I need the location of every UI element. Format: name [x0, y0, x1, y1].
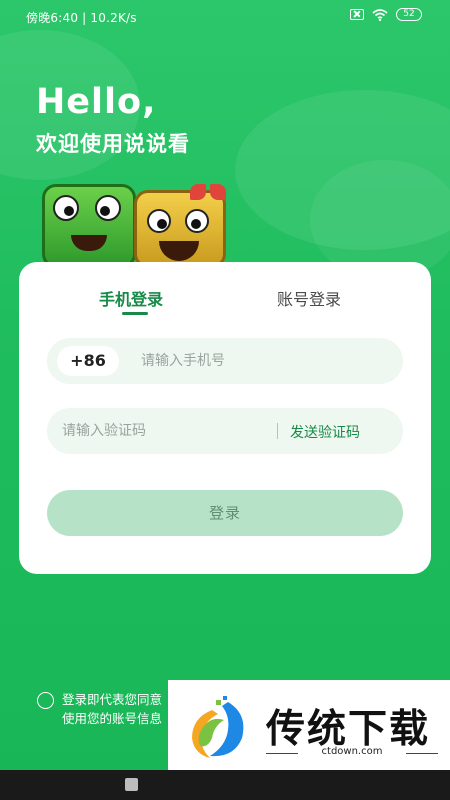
tab-phone-login[interactable]: 手机登录	[99, 286, 163, 310]
bow-icon	[190, 182, 226, 202]
mascot-eye	[53, 195, 79, 221]
agreement-checkbox[interactable]	[37, 692, 54, 709]
send-code-button[interactable]: 发送验证码	[290, 422, 360, 442]
greeting-title: Hello,	[36, 82, 157, 122]
mascot-eye	[95, 195, 121, 221]
login-screen: 傍晚6:40 | 10.2K/s 52 Hello, 欢迎使用说说看 手机登录 …	[0, 0, 450, 800]
mascot-illustration	[40, 182, 240, 268]
active-tab-indicator	[122, 312, 148, 315]
watermark-banner: 传统下载 ctdown.com	[168, 680, 450, 770]
login-card: 手机登录 账号登录 +86 发送验证码 登录	[19, 262, 431, 574]
phone-input[interactable]	[141, 338, 381, 384]
tab-account-login[interactable]: 账号登录	[277, 286, 341, 310]
green-mascot	[42, 184, 136, 268]
mascot-mouth	[71, 235, 107, 251]
navigation-bar	[0, 770, 450, 800]
recent-apps-icon[interactable]	[125, 778, 138, 791]
login-tabs: 手机登录 账号登录	[19, 262, 431, 322]
mascot-mouth	[159, 241, 199, 261]
country-code-selector[interactable]: +86	[57, 346, 119, 376]
field-divider	[277, 423, 278, 439]
login-button[interactable]: 登录	[47, 490, 403, 536]
watermark-logo-icon	[192, 696, 244, 758]
wifi-icon	[372, 8, 388, 21]
sim-off-icon	[350, 9, 364, 20]
phone-field: +86	[47, 338, 403, 384]
status-bar: 傍晚6:40 | 10.2K/s 52	[0, 0, 450, 32]
code-field: 发送验证码	[47, 408, 403, 454]
verification-code-input[interactable]	[62, 408, 272, 454]
battery-icon: 52	[396, 8, 422, 21]
mascot-eye	[185, 209, 209, 233]
watermark-url: ctdown.com	[266, 746, 438, 757]
status-icons: 52	[350, 8, 422, 21]
status-time-speed: 傍晚6:40 | 10.2K/s	[26, 11, 137, 25]
mascot-eye	[147, 209, 171, 233]
welcome-subtitle: 欢迎使用说说看	[36, 132, 190, 156]
